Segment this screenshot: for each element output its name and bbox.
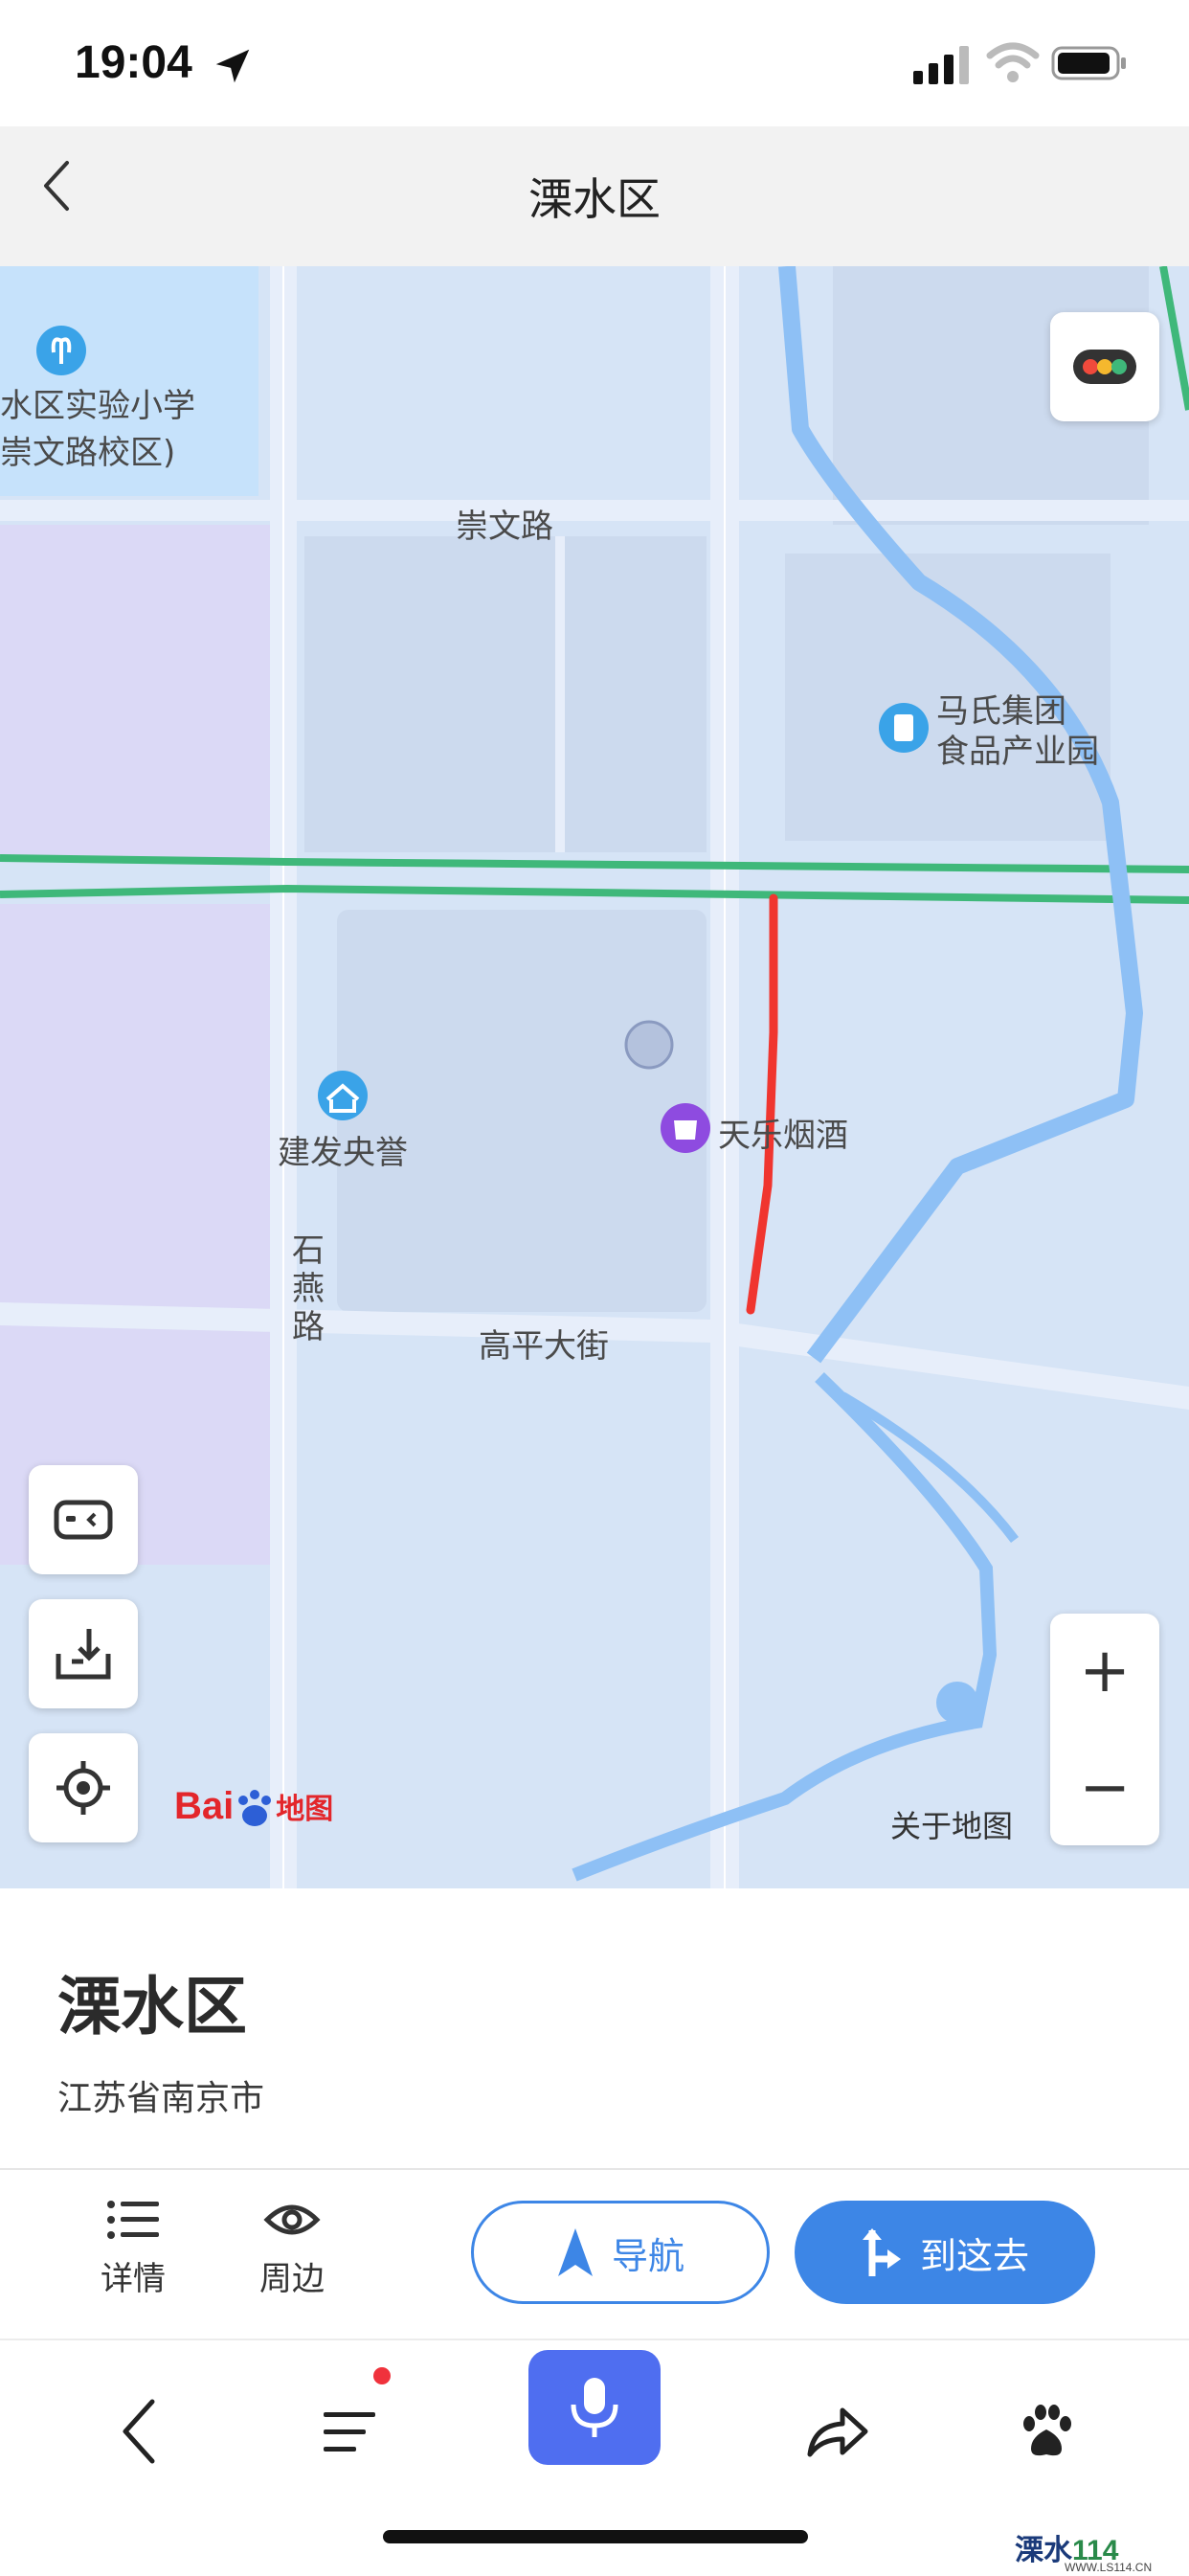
navigation-arrow-icon [557, 2228, 593, 2276]
notification-dot [373, 2367, 391, 2384]
back-arrow-icon [123, 2399, 155, 2464]
place-name: 溧水区 [57, 1970, 247, 2044]
vr-view-button[interactable] [29, 1465, 138, 1574]
poi-school-label: 水区实验小学 崇文路校区) [0, 379, 195, 473]
go-here-button[interactable]: 到这去 [795, 2201, 1095, 2304]
watermark-site: WWW.LS114.CN [1065, 2561, 1153, 2574]
menu-button[interactable] [306, 2388, 393, 2474]
microphone-icon [571, 2378, 618, 2437]
baidu-home-button[interactable] [1003, 2388, 1089, 2474]
map-canvas [0, 266, 1189, 1888]
zoom-in-button[interactable]: + [1050, 1614, 1159, 1729]
map-view[interactable]: 水区实验小学 崇文路校区) 崇文路 马氏集团 食品产业园 建发央誉 天乐烟酒 高… [0, 266, 1189, 1888]
vr-glasses-icon [54, 1500, 113, 1540]
battery-icon [1051, 46, 1126, 80]
share-button[interactable] [795, 2388, 881, 2474]
road-label-chongwen: 崇文路 [456, 508, 553, 546]
zoom-out-button[interactable]: − [1050, 1730, 1159, 1845]
details-button[interactable]: 详情 [80, 2197, 186, 2299]
wifi-icon [986, 42, 1040, 82]
eye-icon [263, 2204, 321, 2235]
go-here-label: 到这去 [919, 2234, 1029, 2277]
navigate-button[interactable]: 导航 [471, 2201, 770, 2304]
poi-mashi-line2: 食品产业园 [936, 733, 1099, 771]
baidu-map-logo: Bai 地图 [174, 1785, 333, 1829]
place-info-panel: 溧水区 江苏省南京市 [0, 1888, 1189, 2168]
poi-mashi-label[interactable]: 马氏集团 食品产业园 [936, 691, 1099, 772]
menu-icon [324, 2412, 375, 2452]
turn-right-arrow-icon [862, 2228, 901, 2276]
locate-icon [56, 1761, 110, 1815]
cellular-signal-icon [913, 46, 969, 84]
watermark-brand: 溧水 [1015, 2535, 1072, 2566]
navigate-label: 导航 [611, 2234, 684, 2277]
location-arrow-icon [215, 49, 250, 83]
poi-school-line1: 水区实验小学 [0, 387, 195, 425]
zoom-control: + − [1050, 1614, 1159, 1845]
poi-school-line2: 崇文路校区) [0, 434, 176, 472]
back-button[interactable] [96, 2388, 182, 2474]
status-bar: 19:04 [0, 0, 1189, 126]
status-time: 19:04 [75, 37, 192, 88]
baidu-paw-logo-icon [238, 1790, 272, 1827]
page-title: 溧水区 [528, 173, 661, 225]
baidu-logo-suffix: 地图 [276, 1794, 334, 1825]
title-bar: 溧水区 [0, 126, 1189, 266]
home-indicator [383, 2530, 808, 2543]
traffic-toggle-button[interactable] [1050, 312, 1159, 421]
poi-tianle-label[interactable]: 天乐烟酒 [718, 1109, 848, 1156]
action-bar: 详情 周边 导航 到这去 [0, 2170, 1189, 2339]
nearby-button[interactable]: 周边 [239, 2197, 345, 2299]
details-label: 详情 [101, 2260, 166, 2298]
poi-mashi-line1: 马氏集团 [936, 692, 1066, 731]
nearby-label: 周边 [259, 2260, 325, 2298]
locate-button[interactable] [29, 1733, 138, 1842]
traffic-light-icon [1073, 350, 1136, 384]
voice-assistant-button[interactable] [528, 2350, 661, 2465]
road-label-gaoping: 高平大街 [479, 1327, 609, 1366]
baidu-logo-text: Bai [174, 1785, 235, 1827]
road-label-shiyan: 石燕路 [292, 1232, 325, 1346]
place-address: 江苏省南京市 [57, 2079, 265, 2118]
offline-download-button[interactable] [29, 1599, 138, 1708]
offline-download-icon [56, 1629, 111, 1680]
poi-jianfa-label[interactable]: 建发央誉 [278, 1126, 408, 1173]
list-icon [107, 2201, 159, 2239]
about-map-link[interactable]: 关于地图 [890, 1802, 1013, 1846]
watermark: 溧水114 WWW.LS114.CN [1015, 2526, 1152, 2574]
share-icon [807, 2407, 868, 2457]
baidu-paw-icon [1023, 2405, 1071, 2456]
